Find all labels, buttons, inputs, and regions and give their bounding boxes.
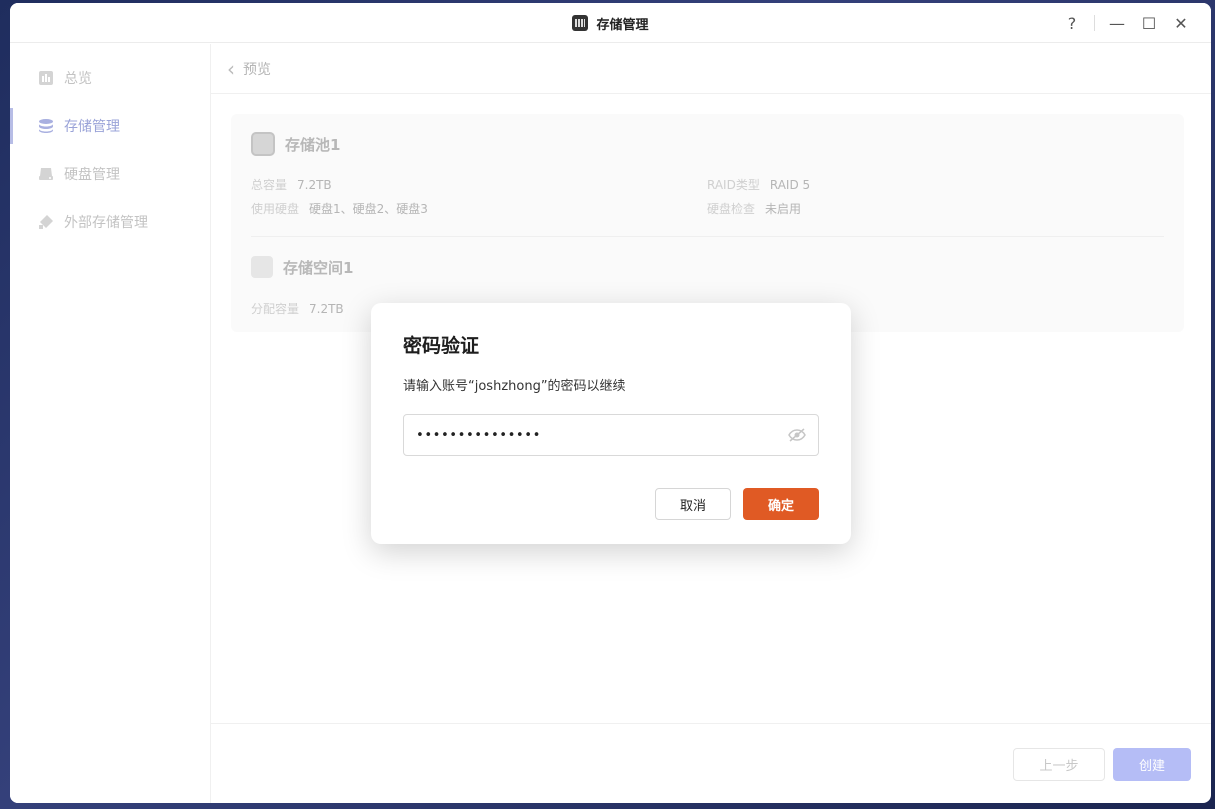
password-value: ••••••••••••••• bbox=[416, 427, 541, 443]
dialog-title: 密码验证 bbox=[403, 335, 480, 357]
password-field[interactable]: ••••••••••••••• bbox=[403, 414, 819, 456]
cancel-button[interactable]: 取消 bbox=[655, 488, 731, 520]
modal-overlay: 密码验证 请输入账号“joshzhong”的密码以继续 ••••••••••••… bbox=[0, 0, 1215, 809]
password-dialog: 密码验证 请输入账号“joshzhong”的密码以继续 ••••••••••••… bbox=[371, 303, 851, 544]
eye-icon[interactable] bbox=[788, 426, 806, 444]
dialog-description: 请输入账号“joshzhong”的密码以继续 bbox=[403, 379, 626, 394]
confirm-button[interactable]: 确定 bbox=[743, 488, 819, 520]
